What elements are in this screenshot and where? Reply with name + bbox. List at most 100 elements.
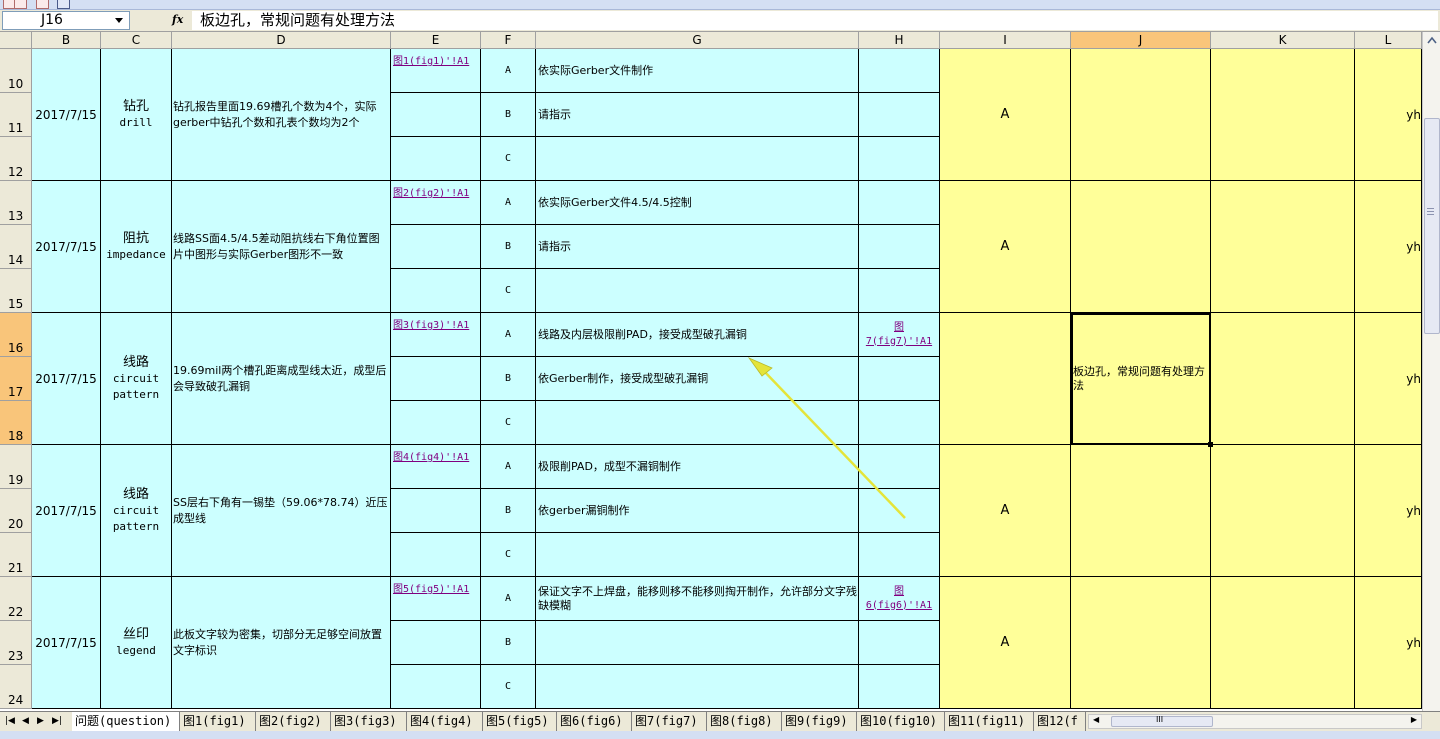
option-letter-cell[interactable]: B <box>481 489 536 533</box>
empty-cell[interactable] <box>1211 49 1355 181</box>
sheet-tab[interactable]: 图7(fig7) <box>632 712 707 731</box>
option-letter-cell[interactable]: A <box>481 313 536 357</box>
option-letter-cell[interactable]: A <box>481 445 536 489</box>
reference-link-cell[interactable]: 图 6(fig6)'!A1 <box>859 577 940 621</box>
column-header-e[interactable]: E <box>391 32 481 49</box>
function-icon[interactable]: fx <box>172 13 183 26</box>
issue-description-cell[interactable]: 此板文字较为密集，切部分无足够空间放置文字标识 <box>172 577 391 709</box>
process-cell[interactable]: 线路 circuit pattern <box>101 313 172 445</box>
toolbar-icon-2[interactable] <box>14 0 27 9</box>
row-header-11[interactable]: 11 <box>0 93 32 137</box>
person-cell[interactable]: yh <box>1355 577 1422 709</box>
horizontal-scroll-thumb[interactable]: III <box>1111 715 1213 727</box>
row-header-14[interactable]: 14 <box>0 225 32 269</box>
solution-option-cell[interactable]: 依gerber漏铜制作 <box>536 489 859 533</box>
column-header-h[interactable]: H <box>859 32 940 49</box>
row-header-17[interactable]: 17 <box>0 357 32 401</box>
solution-option-cell[interactable]: 依实际Gerber文件制作 <box>536 49 859 93</box>
row-header-24[interactable]: 24 <box>0 665 32 709</box>
solution-option-cell[interactable] <box>536 137 859 181</box>
solution-option-cell[interactable]: 依实际Gerber文件4.5/4.5控制 <box>536 181 859 225</box>
issue-description-cell[interactable]: 19.69mil两个槽孔距离成型线太近，成型后会导致破孔漏铜 <box>172 313 391 445</box>
option-letter-cell[interactable]: B <box>481 357 536 401</box>
reference-link-cell[interactable] <box>859 181 940 225</box>
issue-description-cell[interactable]: SS层右下角有一锡垫（59.06*78.74）近压成型线 <box>172 445 391 577</box>
note-cell[interactable] <box>1071 445 1211 577</box>
figure-link[interactable]: 图3(fig3)'!A1 <box>391 313 481 357</box>
process-cell[interactable]: 钻孔 drill <box>101 49 172 181</box>
column-header-d[interactable]: D <box>172 32 391 49</box>
row-header-21[interactable]: 21 <box>0 533 32 577</box>
column-header-i[interactable]: I <box>940 32 1071 49</box>
option-letter-cell[interactable]: B <box>481 225 536 269</box>
chevron-down-icon[interactable] <box>115 18 123 23</box>
solution-option-cell[interactable] <box>536 401 859 445</box>
reference-link-cell[interactable] <box>859 445 940 489</box>
sheet-tab[interactable]: 图2(fig2) <box>256 712 331 731</box>
date-cell[interactable]: 2017/7/15 <box>32 181 101 313</box>
reference-link-cell[interactable] <box>859 49 940 93</box>
solution-option-cell[interactable]: 依Gerber制作，接受成型破孔漏铜 <box>536 357 859 401</box>
vertical-scroll-thumb[interactable] <box>1424 118 1440 334</box>
option-letter-cell[interactable]: A <box>481 577 536 621</box>
column-header-c[interactable]: C <box>101 32 172 49</box>
name-box[interactable]: J16 <box>2 11 130 30</box>
response-cell[interactable] <box>940 313 1071 445</box>
solution-option-cell[interactable]: 请指示 <box>536 93 859 137</box>
row-header-18[interactable]: 18 <box>0 401 32 445</box>
note-cell[interactable] <box>1071 577 1211 709</box>
response-cell[interactable]: A <box>940 577 1071 709</box>
row-header-15[interactable]: 15 <box>0 269 32 313</box>
empty-cell[interactable] <box>1211 181 1355 313</box>
horizontal-scrollbar[interactable]: ◀ III ▶ <box>1088 714 1422 729</box>
sheet-tab[interactable]: 图6(fig6) <box>557 712 632 731</box>
scroll-left-icon[interactable]: ◀ <box>1093 715 1099 724</box>
issue-description-cell[interactable]: 钻孔报告里面19.69槽孔个数为4个，实际gerber中钻孔个数和孔表个数均为2… <box>172 49 391 181</box>
person-cell[interactable]: yh <box>1355 445 1422 577</box>
prev-sheet-icon[interactable]: ◀ <box>22 716 29 726</box>
option-letter-cell[interactable]: C <box>481 269 536 313</box>
formula-input[interactable]: 板边孔，常规问题有处理方法 <box>192 11 1438 30</box>
date-cell[interactable]: 2017/7/15 <box>32 49 101 181</box>
option-letter-cell[interactable]: A <box>481 181 536 225</box>
column-header-f[interactable]: F <box>481 32 536 49</box>
person-cell[interactable]: yh <box>1355 181 1422 313</box>
row-header-20[interactable]: 20 <box>0 489 32 533</box>
reference-link-cell[interactable]: 图 7(fig7)'!A1 <box>859 313 940 357</box>
vertical-scrollbar[interactable] <box>1422 32 1440 711</box>
solution-option-cell[interactable] <box>536 533 859 577</box>
process-cell[interactable]: 线路 circuit pattern <box>101 445 172 577</box>
select-all-corner[interactable] <box>0 32 32 49</box>
process-cell[interactable]: 阻抗 impedance <box>101 181 172 313</box>
solution-option-cell[interactable] <box>536 665 859 709</box>
solution-option-cell[interactable]: 请指示 <box>536 225 859 269</box>
option-letter-cell[interactable]: B <box>481 93 536 137</box>
option-letter-cell[interactable]: B <box>481 621 536 665</box>
figure-link[interactable]: 图1(fig1)'!A1 <box>391 49 481 93</box>
figure-link[interactable]: 图2(fig2)'!A1 <box>391 181 481 225</box>
response-cell[interactable]: A <box>940 181 1071 313</box>
date-cell[interactable]: 2017/7/15 <box>32 313 101 445</box>
solution-option-cell[interactable] <box>536 621 859 665</box>
sheet-tab[interactable]: 图8(fig8) <box>707 712 782 731</box>
solution-option-cell[interactable]: 保证文字不上焊盘，能移则移不能移则掏开制作，允许部分文字残缺模糊 <box>536 577 859 621</box>
option-letter-cell[interactable]: C <box>481 533 536 577</box>
sheet-tab[interactable]: 问题(question) <box>72 712 180 731</box>
scroll-up-icon[interactable] <box>1424 33 1440 49</box>
note-cell[interactable] <box>1071 181 1211 313</box>
response-cell[interactable]: A <box>940 49 1071 181</box>
row-header-13[interactable]: 13 <box>0 181 32 225</box>
sheet-tab[interactable]: 图5(fig5) <box>483 712 557 731</box>
scroll-right-icon[interactable]: ▶ <box>1411 715 1417 724</box>
sheet-tab[interactable]: 图11(fig11) <box>945 712 1034 731</box>
column-header-b[interactable]: B <box>32 32 101 49</box>
row-header-16[interactable]: 16 <box>0 313 32 357</box>
empty-cell[interactable] <box>1211 577 1355 709</box>
date-cell[interactable]: 2017/7/15 <box>32 577 101 709</box>
sheet-tab[interactable]: 图10(fig10) <box>857 712 945 731</box>
row-header-10[interactable]: 10 <box>0 49 32 93</box>
row-header-22[interactable]: 22 <box>0 577 32 621</box>
row-header-23[interactable]: 23 <box>0 621 32 665</box>
option-letter-cell[interactable]: C <box>481 137 536 181</box>
option-letter-cell[interactable]: C <box>481 665 536 709</box>
